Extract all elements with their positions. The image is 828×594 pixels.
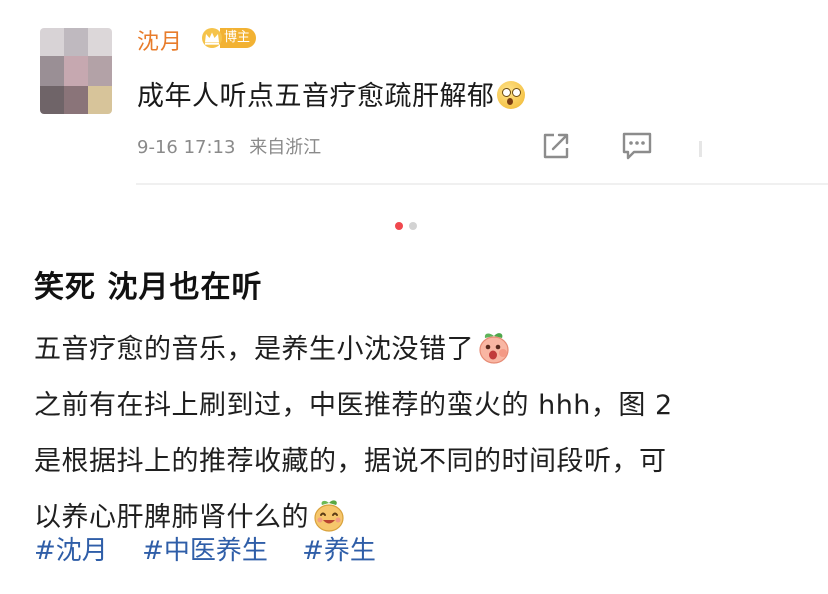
carousel-dot-2[interactable] — [409, 222, 417, 230]
badge-label: 博主 — [220, 28, 257, 48]
happy-emoji-icon — [311, 497, 347, 533]
peach-emoji-icon — [476, 329, 512, 365]
comment-icon[interactable] — [620, 130, 654, 162]
author-name[interactable]: 沈月 — [137, 24, 183, 56]
post-text: 成年人听点五音疗愈疏肝解郁 — [137, 74, 525, 113]
crown-icon — [200, 27, 224, 49]
hashtag-shenyue[interactable]: #沈月 — [34, 536, 108, 566]
body-line-2: 之前有在抖上刷到过，中医推荐的蛮火的 hhh，图 2 — [34, 390, 673, 421]
post-time: 9-16 17:13 — [137, 137, 236, 158]
article-body: 五音疗愈的音乐，是养生小沈没错了 之前有在抖上刷到过，中医推荐的蛮火的 hhh，… — [34, 322, 814, 546]
hashtag-tcm-wellness[interactable]: #中医养生 — [142, 536, 268, 566]
shared-post-card[interactable]: 沈月 博主 成年人听点五音疗愈疏肝解郁 9-16 17:13 来自浙江 — [0, 0, 828, 188]
body-line-1: 五音疗愈的音乐，是养生小沈没错了 — [34, 322, 814, 378]
post-location: 来自浙江 — [249, 137, 322, 158]
carousel-indicator — [395, 222, 417, 230]
post-text-content: 成年人听点五音疗愈疏肝解郁 — [137, 81, 495, 112]
blogger-badge: 博主 — [200, 27, 257, 49]
hashtag-list: #沈月 #中医养生 #养生 — [34, 530, 402, 567]
post-meta: 9-16 17:13 来自浙江 — [137, 133, 321, 159]
body-line-3: 是根据抖上的推荐收藏的，据说不同的时间段听，可 — [34, 446, 667, 477]
carousel-dot-1[interactable] — [395, 222, 403, 230]
shocked-emoji-icon — [496, 81, 525, 109]
card-divider — [136, 183, 828, 185]
body-line-1-text: 五音疗愈的音乐，是养生小沈没错了 — [34, 334, 474, 365]
article-headline: 笑死 沈月也在听 — [34, 270, 263, 305]
share-icon[interactable] — [540, 130, 572, 162]
hashtag-wellness[interactable]: #养生 — [302, 536, 376, 566]
like-icon[interactable] — [699, 141, 702, 157]
avatar[interactable] — [40, 28, 112, 114]
body-line-4-text: 以养心肝脾肺肾什么的 — [34, 502, 309, 533]
